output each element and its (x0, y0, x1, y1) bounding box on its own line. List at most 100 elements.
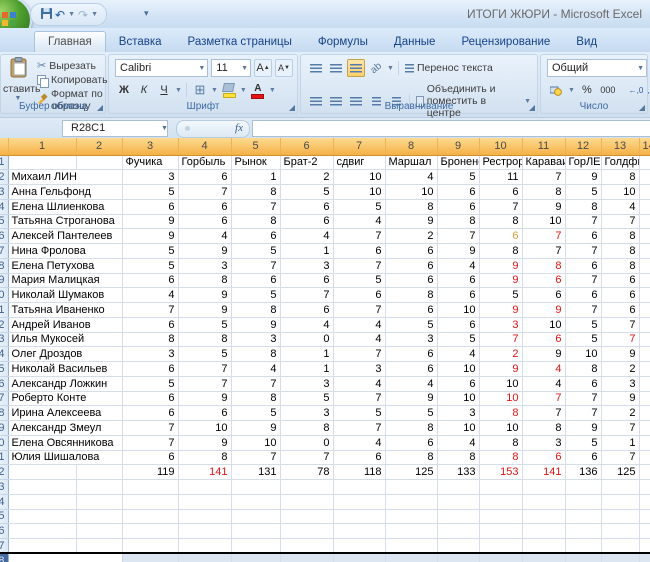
column-header-9[interactable]: 9 (437, 138, 479, 155)
score-cell[interactable]: 8 (280, 421, 333, 436)
score-cell[interactable]: 7 (522, 170, 565, 185)
score-cell[interactable]: 5 (280, 391, 333, 406)
underline-button[interactable]: Ч (155, 81, 173, 99)
score-cell[interactable]: 10 (522, 214, 565, 229)
score-cell[interactable]: 6 (122, 450, 178, 465)
cell-empty[interactable] (8, 465, 76, 480)
score-cell[interactable]: 6 (437, 199, 479, 214)
score-cell[interactable]: 1 (280, 362, 333, 377)
row-header[interactable]: 19 (0, 421, 8, 436)
cell-empty[interactable] (601, 480, 639, 495)
score-cell[interactable]: 6 (280, 199, 333, 214)
tab-6[interactable]: Вид (563, 32, 610, 52)
score-cell[interactable]: 6 (122, 273, 178, 288)
cell-empty[interactable] (333, 524, 385, 539)
tab-1[interactable]: Вставка (106, 32, 175, 52)
selected-cell[interactable] (437, 553, 479, 562)
cell-empty[interactable] (333, 480, 385, 495)
number-format-combo[interactable]: Общий▼ (547, 59, 647, 77)
cell-empty[interactable] (333, 539, 385, 554)
cell-empty[interactable] (639, 244, 650, 259)
score-cell[interactable]: 4 (601, 199, 639, 214)
row-header[interactable]: 25 (0, 509, 8, 524)
score-cell[interactable]: 7 (231, 376, 280, 391)
score-cell[interactable]: 7 (601, 214, 639, 229)
score-cell[interactable]: 3 (280, 258, 333, 273)
juror-name-cell[interactable]: Татьяна Строганова (8, 214, 122, 229)
score-cell[interactable]: 7 (479, 332, 522, 347)
selected-cell[interactable] (178, 553, 231, 562)
cell-empty[interactable] (565, 524, 601, 539)
score-cell[interactable]: 8 (231, 347, 280, 362)
column-header-4[interactable]: 4 (178, 138, 231, 155)
score-cell[interactable]: 4 (280, 317, 333, 332)
score-cell[interactable]: 8 (231, 214, 280, 229)
italic-button[interactable]: К (135, 81, 153, 99)
cell-empty[interactable] (639, 480, 650, 495)
score-cell[interactable]: 9 (385, 214, 437, 229)
row-header[interactable]: 18 (0, 406, 8, 421)
score-cell[interactable]: 9 (522, 303, 565, 318)
score-cell[interactable]: 6 (122, 362, 178, 377)
score-cell[interactable]: 7 (479, 199, 522, 214)
row-header[interactable]: 13 (0, 332, 8, 347)
juror-name-cell[interactable]: Николай Васильев (8, 362, 122, 377)
score-cell[interactable]: 6 (565, 376, 601, 391)
cell-empty[interactable] (8, 494, 76, 509)
cell-empty[interactable] (231, 480, 280, 495)
score-cell[interactable]: 6 (122, 199, 178, 214)
row-header[interactable]: 22 (0, 465, 8, 480)
film-title-cell[interactable]: Голдфингер (601, 155, 639, 170)
align-bottom-button[interactable] (347, 59, 365, 77)
cell-empty[interactable] (8, 480, 76, 495)
total-cell[interactable]: 78 (280, 465, 333, 480)
juror-name-cell[interactable]: Илья Мукосей (8, 332, 122, 347)
score-cell[interactable]: 3 (231, 332, 280, 347)
cell-empty[interactable] (122, 494, 178, 509)
score-cell[interactable]: 4 (385, 376, 437, 391)
cell-empty[interactable] (565, 539, 601, 554)
score-cell[interactable]: 8 (178, 450, 231, 465)
selected-cell[interactable] (639, 553, 650, 562)
cell-empty[interactable] (280, 480, 333, 495)
score-cell[interactable]: 5 (178, 317, 231, 332)
score-cell[interactable]: 6 (280, 214, 333, 229)
score-cell[interactable]: 6 (601, 303, 639, 318)
score-cell[interactable]: 7 (178, 376, 231, 391)
score-cell[interactable]: 6 (601, 273, 639, 288)
juror-name-cell[interactable]: Роберто Конте (8, 391, 122, 406)
cell-empty[interactable] (639, 258, 650, 273)
tab-5[interactable]: Рецензирование (448, 32, 563, 52)
juror-name-cell[interactable]: Михаил ЛИН (8, 170, 122, 185)
cell-empty[interactable] (76, 494, 122, 509)
qat-customize-icon[interactable]: ▾ (144, 8, 149, 19)
score-cell[interactable]: 3 (280, 406, 333, 421)
cell-empty[interactable] (280, 509, 333, 524)
cell-empty[interactable] (639, 391, 650, 406)
cell-empty[interactable] (231, 524, 280, 539)
cell-empty[interactable] (280, 524, 333, 539)
film-title-cell[interactable]: Маршал (385, 155, 437, 170)
row-header[interactable]: 10 (0, 288, 8, 303)
score-cell[interactable]: 8 (231, 185, 280, 200)
score-cell[interactable]: 11 (479, 170, 522, 185)
score-cell[interactable]: 7 (122, 303, 178, 318)
score-cell[interactable]: 6 (565, 229, 601, 244)
score-cell[interactable]: 5 (122, 258, 178, 273)
score-cell[interactable]: 6 (522, 450, 565, 465)
score-cell[interactable]: 8 (178, 273, 231, 288)
score-cell[interactable]: 8 (565, 199, 601, 214)
column-header-10[interactable]: 10 (479, 138, 522, 155)
score-cell[interactable]: 10 (479, 376, 522, 391)
score-cell[interactable]: 6 (437, 376, 479, 391)
clipboard-dialog-launcher-icon[interactable]: ◢ (97, 103, 103, 112)
fill-color-dropdown-icon[interactable]: ▼ (240, 87, 247, 94)
score-cell[interactable]: 10 (522, 317, 565, 332)
score-cell[interactable]: 6 (178, 170, 231, 185)
cell-empty[interactable] (385, 524, 437, 539)
row-header-selected[interactable]: 28 (0, 553, 8, 562)
score-cell[interactable]: 6 (385, 273, 437, 288)
column-header-12[interactable]: 12 (565, 138, 601, 155)
score-cell[interactable]: 5 (565, 185, 601, 200)
row-header[interactable]: 12 (0, 317, 8, 332)
